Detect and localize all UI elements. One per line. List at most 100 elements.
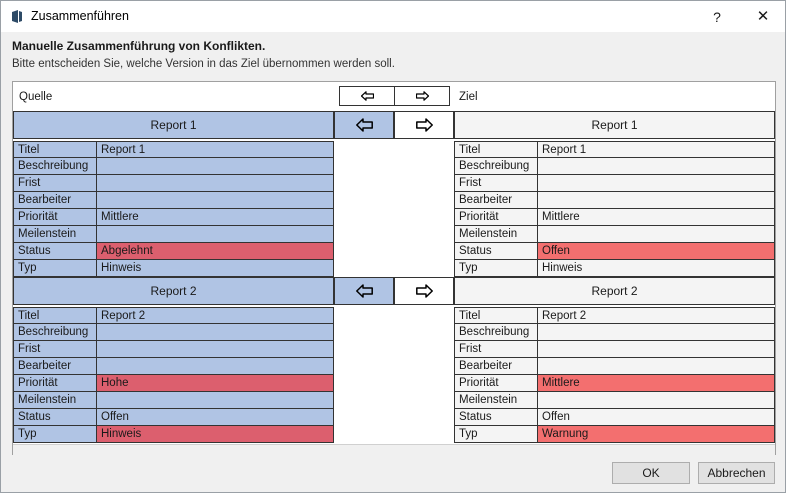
field-value: Report 2 bbox=[101, 310, 146, 322]
field-label: Typ bbox=[455, 426, 538, 442]
field-row: Status Abgelehnt bbox=[13, 243, 334, 260]
field-row: Beschreibung bbox=[454, 158, 775, 175]
field-value bbox=[538, 158, 774, 174]
field-label: Typ bbox=[14, 426, 97, 442]
field-value bbox=[97, 358, 333, 374]
field-row: Status Offen bbox=[454, 243, 775, 260]
field-label: Frist bbox=[455, 175, 538, 191]
report-2-use-target-button[interactable] bbox=[334, 277, 394, 305]
field-label: Titel bbox=[455, 308, 538, 324]
field-label: Beschreibung bbox=[14, 324, 97, 340]
field-label: Frist bbox=[14, 175, 97, 191]
field-row: Frist bbox=[454, 175, 775, 192]
field-value bbox=[97, 158, 333, 174]
field-value: Report 1 bbox=[101, 144, 146, 156]
field-value bbox=[97, 192, 333, 208]
field-value bbox=[538, 324, 774, 340]
field-value bbox=[97, 175, 333, 191]
source-report-2-fields: Titel Report 2 Beschreibung Frist Bearbeiter… bbox=[13, 307, 334, 443]
field-row: Bearbeiter bbox=[13, 192, 334, 209]
cancel-button[interactable]: Abbrechen bbox=[698, 462, 775, 484]
app-logo-icon bbox=[12, 10, 22, 23]
field-value-conflict: Abgelehnt bbox=[97, 243, 333, 259]
field-row: Status Offen bbox=[454, 409, 775, 426]
field-label: Status bbox=[455, 243, 538, 259]
field-value-conflict: Mittlere bbox=[538, 375, 774, 391]
field-row: Priorität Mittlere bbox=[13, 209, 334, 226]
field-row: Beschreibung bbox=[13, 324, 334, 341]
panel-scroll-area bbox=[13, 444, 775, 455]
source-report-2-title: Report 2 bbox=[13, 277, 334, 305]
field-row: Beschreibung bbox=[454, 324, 775, 341]
field-row: Meilenstein bbox=[454, 226, 775, 243]
field-label: Meilenstein bbox=[14, 226, 97, 242]
field-row: Titel Report 1 bbox=[13, 141, 334, 158]
field-value: Offen bbox=[101, 411, 129, 423]
field-row: Typ Hinweis bbox=[454, 260, 775, 277]
field-label: Bearbeiter bbox=[14, 192, 97, 208]
field-label: Frist bbox=[455, 341, 538, 357]
merge-panel: Quelle Ziel Report 1 Report 1 Titel Report … bbox=[12, 81, 776, 455]
arrow-left-icon bbox=[361, 91, 374, 101]
field-label: Priorität bbox=[14, 209, 97, 225]
field-row: Bearbeiter bbox=[454, 192, 775, 209]
field-row: Priorität Hohe bbox=[13, 375, 334, 392]
field-row: Typ Hinweis bbox=[13, 260, 334, 277]
ok-button[interactable]: OK bbox=[612, 462, 690, 484]
field-row: Frist bbox=[454, 341, 775, 358]
field-value: Mittlere bbox=[542, 211, 580, 223]
field-row: Priorität Mittlere bbox=[454, 375, 775, 392]
report-2-use-source-button[interactable] bbox=[394, 277, 454, 305]
field-row: Typ Warnung bbox=[454, 426, 775, 443]
field-row: Meilenstein bbox=[13, 392, 334, 409]
field-value bbox=[538, 226, 774, 242]
source-report-1-fields: Titel Report 1 Beschreibung Frist Bearbeiter… bbox=[13, 141, 334, 277]
title-bar: Zusammenführen ? ✕ bbox=[1, 1, 785, 32]
report-1-use-source-button[interactable] bbox=[394, 111, 454, 139]
field-label: Priorität bbox=[455, 209, 538, 225]
field-value bbox=[97, 341, 333, 357]
field-row: Frist bbox=[13, 341, 334, 358]
arrow-left-icon bbox=[356, 118, 373, 132]
close-button[interactable]: ✕ bbox=[747, 5, 779, 29]
field-value: Mittlere bbox=[101, 211, 139, 223]
field-row: Status Offen bbox=[13, 409, 334, 426]
target-report-2-title: Report 2 bbox=[454, 277, 775, 305]
field-label: Bearbeiter bbox=[455, 358, 538, 374]
field-label: Titel bbox=[14, 142, 97, 158]
field-row: Beschreibung bbox=[13, 158, 334, 175]
take-all-from-target-button[interactable] bbox=[339, 86, 395, 106]
field-value: Hinweis bbox=[101, 262, 142, 274]
field-label: Beschreibung bbox=[455, 324, 538, 340]
help-button[interactable]: ? bbox=[703, 5, 731, 29]
field-label: Beschreibung bbox=[14, 158, 97, 174]
field-label: Titel bbox=[14, 308, 97, 324]
field-value bbox=[538, 175, 774, 191]
field-row: Meilenstein bbox=[454, 392, 775, 409]
field-label: Status bbox=[455, 409, 538, 425]
field-label: Typ bbox=[455, 260, 538, 276]
field-value bbox=[97, 226, 333, 242]
field-value bbox=[97, 392, 333, 408]
field-value: Report 2 bbox=[542, 310, 587, 322]
field-row: Bearbeiter bbox=[13, 358, 334, 375]
field-value-conflict: Offen bbox=[538, 243, 774, 259]
arrow-right-icon bbox=[416, 91, 429, 101]
field-label: Meilenstein bbox=[455, 392, 538, 408]
field-value bbox=[538, 358, 774, 374]
window-title: Zusammenführen bbox=[31, 9, 129, 23]
take-all-from-source-button[interactable] bbox=[394, 86, 450, 106]
field-label: Bearbeiter bbox=[455, 192, 538, 208]
source-column-header: Quelle bbox=[19, 91, 53, 103]
arrow-right-icon bbox=[416, 284, 433, 298]
field-value bbox=[538, 341, 774, 357]
field-label: Meilenstein bbox=[455, 226, 538, 242]
field-value bbox=[538, 192, 774, 208]
field-value-conflict: Hohe bbox=[97, 375, 333, 391]
field-row: Frist bbox=[13, 175, 334, 192]
field-value bbox=[538, 392, 774, 408]
merge-dialog: Zusammenführen ? ✕ Manuelle Zusammenführ… bbox=[0, 0, 786, 493]
report-1-use-target-button[interactable] bbox=[334, 111, 394, 139]
field-row: Bearbeiter bbox=[454, 358, 775, 375]
field-value bbox=[97, 324, 333, 340]
